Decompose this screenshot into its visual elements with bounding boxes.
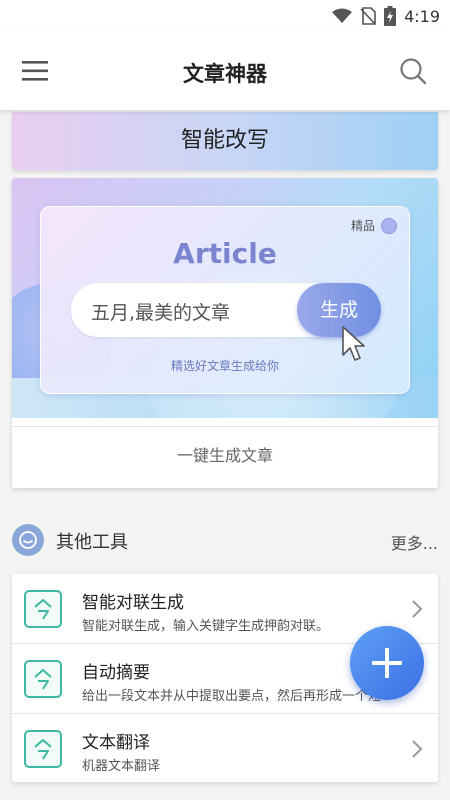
hero-panel: 精品 Article 五月,最美的文章 生成 精选好文章生成给你 bbox=[40, 206, 410, 394]
generate-button: 生成 bbox=[297, 283, 381, 337]
plus-icon bbox=[372, 648, 402, 678]
page-title: 文章神器 bbox=[183, 62, 267, 86]
status-icons: 4:19 bbox=[332, 5, 440, 27]
premium-badge: 精品 bbox=[351, 217, 397, 234]
one-click-generate-label: 一键生成文章 bbox=[12, 426, 438, 488]
tool-title: 自动摘要 bbox=[82, 663, 150, 683]
hero-image: 精品 Article 五月,最美的文章 生成 精选好文章生成给你 bbox=[12, 178, 438, 418]
premium-badge-label: 精品 bbox=[350, 219, 375, 233]
tool-description: 机器文本翻译 bbox=[82, 759, 161, 774]
tool-description: 给出一段文本并从中提取出要点，然后再形成一个短的概括 bbox=[82, 689, 382, 704]
tool-title: 文本翻译 bbox=[82, 733, 150, 753]
other-tools-header: 其他工具 更多... bbox=[12, 520, 438, 560]
badge-dot-icon bbox=[381, 217, 397, 234]
status-time: 4:19 bbox=[404, 6, 440, 26]
chevron-right-icon bbox=[412, 600, 423, 618]
topic-input-text: 五月,最美的文章 bbox=[91, 302, 231, 324]
more-link[interactable]: 更多... bbox=[391, 530, 438, 554]
tool-icon bbox=[24, 730, 62, 768]
status-bar: 4:19 bbox=[0, 0, 450, 32]
battery-charging-icon bbox=[384, 6, 397, 26]
tool-icon bbox=[24, 660, 62, 698]
wifi-icon bbox=[332, 8, 353, 23]
section-title: 其他工具 bbox=[56, 532, 128, 553]
smart-rewrite-banner[interactable]: 智能改写 bbox=[12, 112, 438, 170]
app-bar: 文章神器 bbox=[0, 32, 450, 110]
tools-section-icon bbox=[12, 524, 44, 556]
add-fab-button[interactable] bbox=[350, 626, 424, 700]
brand-text: Article bbox=[173, 237, 277, 270]
tool-title: 智能对联生成 bbox=[82, 593, 184, 613]
article-generator-card[interactable]: 精品 Article 五月,最美的文章 生成 精选好文章生成给你 一键生成文章 bbox=[12, 178, 438, 488]
chevron-right-icon bbox=[412, 740, 423, 758]
tool-item-translate[interactable]: 文本翻译 机器文本翻译 bbox=[12, 714, 438, 782]
no-sim-icon bbox=[360, 7, 376, 25]
tool-description: 智能对联生成，输入关键字生成押韵对联。 bbox=[82, 619, 330, 634]
search-icon[interactable] bbox=[398, 56, 428, 86]
tool-icon bbox=[24, 590, 62, 628]
hero-subline: 精选好文章生成给你 bbox=[170, 359, 279, 373]
